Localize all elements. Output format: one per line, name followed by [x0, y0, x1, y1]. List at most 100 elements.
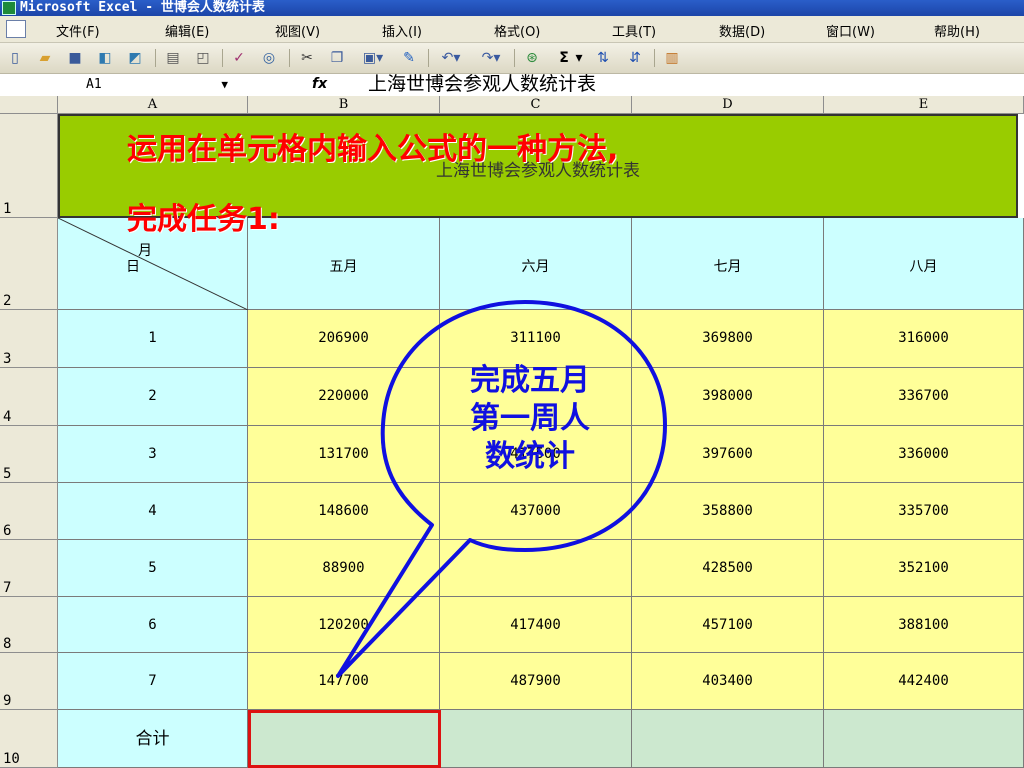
visitor-count-cell[interactable]: 120200	[248, 597, 440, 653]
day-value: 4	[148, 503, 157, 519]
save-icon[interactable]: ■	[64, 49, 86, 67]
visitor-count-cell[interactable]: 336000	[824, 426, 1024, 483]
workbook-icon[interactable]	[6, 20, 26, 38]
row-header-1[interactable]: 1	[0, 114, 58, 218]
row-header-3[interactable]: 3	[0, 310, 58, 368]
menu-help[interactable]: 帮助(H)	[934, 21, 980, 40]
visitor-count-cell[interactable]: 131700	[248, 426, 440, 483]
menu-tools[interactable]: 工具(T)	[612, 21, 656, 40]
visitor-count-cell[interactable]: 335700	[824, 483, 1024, 540]
cut-icon[interactable]: ✂	[296, 49, 318, 67]
month-header-august[interactable]: 八月	[824, 218, 1024, 310]
column-header-d[interactable]: D	[632, 96, 824, 114]
visitor-count-value: 148600	[318, 503, 369, 519]
month-header-june[interactable]: 六月	[440, 218, 632, 310]
column-header-b[interactable]: B	[248, 96, 440, 114]
visitor-count-cell[interactable]: 88900	[248, 540, 440, 597]
visitor-count-value: 352100	[898, 560, 949, 576]
menu-data[interactable]: 数据(D)	[719, 21, 765, 40]
day-cell[interactable]: 6	[58, 597, 248, 653]
visitor-count-cell[interactable]: 352100	[824, 540, 1024, 597]
column-header-e[interactable]: E	[824, 96, 1024, 114]
row-header-5[interactable]: 5	[0, 426, 58, 483]
total-cell-june[interactable]	[440, 710, 632, 768]
visitor-count-cell[interactable]: 388100	[824, 597, 1024, 653]
research-icon[interactable]: ◎	[258, 49, 280, 67]
hyperlink-icon[interactable]: ⊛	[520, 49, 544, 67]
print-preview-icon[interactable]: ◰	[192, 49, 214, 67]
instruction-line-2: 完成任务1:	[127, 202, 280, 237]
visitor-count-value: 120200	[318, 617, 369, 633]
visitor-count-cell[interactable]: 417400	[440, 597, 632, 653]
day-cell[interactable]: 3	[58, 426, 248, 483]
chevron-down-icon[interactable]: ▼	[221, 76, 228, 93]
autosum-dropdown-icon[interactable]: ▾	[572, 49, 586, 67]
column-header-a[interactable]: A	[58, 96, 248, 114]
row-header-6[interactable]: 6	[0, 483, 58, 540]
autosum-icon[interactable]: Σ	[556, 49, 572, 67]
day-cell[interactable]: 2	[58, 368, 248, 426]
visitor-count-value: 88900	[322, 560, 365, 576]
visitor-count-cell[interactable]: 148600	[248, 483, 440, 540]
row-header-10[interactable]: 10	[0, 710, 58, 768]
open-icon[interactable]: ▰	[34, 49, 56, 67]
day-cell[interactable]: 7	[58, 653, 248, 710]
visitor-count-cell[interactable]: 147700	[248, 653, 440, 710]
visitor-count-cell[interactable]: 397600	[632, 426, 824, 483]
visitor-count-value: 487900	[510, 673, 561, 689]
visitor-count-cell[interactable]: 316000	[824, 310, 1024, 368]
email-icon[interactable]: ◩	[124, 49, 146, 67]
row-header-7[interactable]: 7	[0, 540, 58, 597]
month-header-july[interactable]: 七月	[632, 218, 824, 310]
visitor-count-cell[interactable]: 398000	[632, 368, 824, 426]
spelling-icon[interactable]: ✓	[228, 49, 250, 67]
name-box[interactable]: A1 ▼	[58, 76, 238, 93]
undo-icon[interactable]: ↶▾	[434, 49, 468, 67]
visitor-count-cell[interactable]: 442400	[824, 653, 1024, 710]
visitor-count-cell[interactable]: 428500	[632, 540, 824, 597]
day-cell[interactable]: 4	[58, 483, 248, 540]
sort-descending-icon[interactable]: ⇵	[622, 49, 648, 67]
row-header-9[interactable]: 9	[0, 653, 58, 710]
column-header-c[interactable]: C	[440, 96, 632, 114]
visitor-count-cell[interactable]: 311100	[440, 310, 632, 368]
visitor-count-cell[interactable]	[440, 540, 632, 597]
print-icon[interactable]: ▤	[162, 49, 184, 67]
copy-icon[interactable]: ❐	[326, 49, 348, 67]
visitor-count-cell[interactable]: 369800	[632, 310, 824, 368]
total-cell-august[interactable]	[824, 710, 1024, 768]
menu-view[interactable]: 视图(V)	[275, 21, 320, 40]
row-header-4[interactable]: 4	[0, 368, 58, 426]
visitor-count-cell[interactable]: 403400	[632, 653, 824, 710]
permission-icon[interactable]: ◧	[94, 49, 116, 67]
visitor-count-cell[interactable]: 437000	[440, 483, 632, 540]
select-all-corner[interactable]	[0, 96, 58, 114]
total-cell-july[interactable]	[632, 710, 824, 768]
menu-file[interactable]: 文件(F)	[56, 21, 100, 40]
menu-format[interactable]: 格式(O)	[494, 21, 540, 40]
visitor-count-cell[interactable]: 336700	[824, 368, 1024, 426]
visitor-count-cell[interactable]: 358800	[632, 483, 824, 540]
menu-edit[interactable]: 编辑(E)	[165, 21, 209, 40]
chart-wizard-icon[interactable]: ▥	[660, 49, 684, 67]
menu-window[interactable]: 窗口(W)	[826, 21, 875, 40]
new-icon[interactable]: ▯	[4, 49, 26, 67]
menu-insert[interactable]: 插入(I)	[382, 21, 422, 40]
sort-ascending-icon[interactable]: ⇅	[590, 49, 616, 67]
visitor-count-cell[interactable]: 220000	[248, 368, 440, 426]
insert-function-icon[interactable]: fx	[312, 76, 327, 92]
visitor-count-cell[interactable]: 457100	[632, 597, 824, 653]
day-cell[interactable]: 5	[58, 540, 248, 597]
row-header-8[interactable]: 8	[0, 597, 58, 653]
visitor-count-value: 336000	[898, 446, 949, 462]
day-cell[interactable]: 1	[58, 310, 248, 368]
redo-icon[interactable]: ↷▾	[474, 49, 508, 67]
paste-icon[interactable]: ▣▾	[356, 49, 390, 67]
visitor-count-cell[interactable]: 206900	[248, 310, 440, 368]
total-label-cell[interactable]: 合计	[58, 710, 248, 768]
visitor-count-cell[interactable]: 487900	[440, 653, 632, 710]
formula-input[interactable]: 上海世博会参观人数统计表	[368, 73, 596, 95]
format-painter-icon[interactable]: ✎	[398, 49, 420, 67]
day-value: 5	[148, 560, 157, 576]
row-header-2[interactable]: 2	[0, 218, 58, 310]
